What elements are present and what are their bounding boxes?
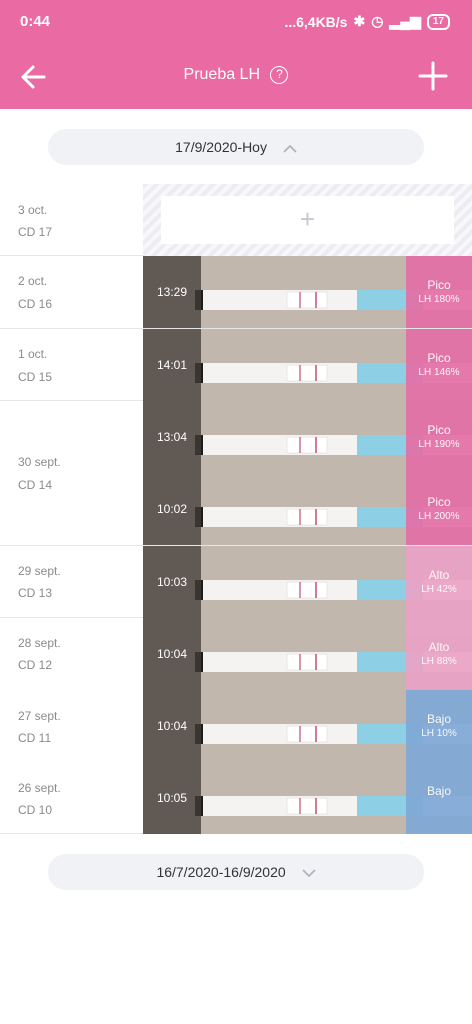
add-test-slot[interactable]: + bbox=[143, 184, 472, 256]
result-level: Pico bbox=[427, 495, 451, 509]
range-current-label: 17/9/2020-Hoy bbox=[175, 139, 267, 155]
status-indicators: ...6,4KB/s ✱ ◷ ▂▄▆ 17 bbox=[284, 13, 450, 30]
test-result-badge: Alto LH 42% bbox=[406, 546, 472, 618]
test-time: 10:03 bbox=[143, 546, 201, 618]
result-lh-value: LH 200% bbox=[418, 511, 460, 522]
result-lh-value: LH 190% bbox=[418, 439, 460, 450]
chevron-up-icon bbox=[283, 144, 297, 153]
day-cycle-day: CD 13 bbox=[18, 586, 53, 600]
result-lh-value: LH 180% bbox=[418, 294, 460, 305]
result-lh-value: LH 146% bbox=[418, 367, 460, 378]
test-result-badge: Alto LH 88% bbox=[406, 618, 472, 690]
lh-test-result[interactable]: 10:02 Pico LH 200% bbox=[143, 473, 472, 545]
lh-test-result[interactable]: 14:01 Pico LH 146% bbox=[143, 329, 472, 401]
lh-test-result[interactable]: 13:29 Pico LH 180% bbox=[143, 256, 472, 328]
lh-test-result[interactable]: 10:03 Alto LH 42% bbox=[143, 546, 472, 618]
test-result-badge: Pico LH 190% bbox=[406, 401, 472, 473]
test-time: 13:04 bbox=[143, 401, 201, 473]
result-level: Bajo bbox=[426, 784, 452, 798]
battery-icon: 17 bbox=[426, 13, 450, 30]
day-date: 1 oct. bbox=[18, 347, 48, 361]
day-cycle-day: CD 14 bbox=[18, 478, 53, 492]
day-date: 27 sept. bbox=[18, 709, 61, 723]
range-selector-previous[interactable]: 16/7/2020-16/9/2020 bbox=[48, 854, 424, 890]
range-selector-current[interactable]: 17/9/2020-Hoy bbox=[48, 129, 424, 165]
lh-test-result[interactable]: 10:05 Bajo bbox=[143, 762, 472, 834]
test-result-badge: Pico LH 146% bbox=[406, 329, 472, 401]
result-level: Bajo bbox=[426, 712, 452, 726]
lh-test-result[interactable]: 13:04 Pico LH 190% bbox=[143, 401, 472, 473]
result-level: Pico bbox=[427, 423, 451, 437]
result-lh-value: LH 10% bbox=[421, 728, 457, 739]
lh-test-result[interactable]: 10:04 Alto LH 88% bbox=[143, 618, 472, 690]
test-result-badge: Bajo bbox=[406, 762, 472, 834]
help-icon[interactable]: ? bbox=[270, 66, 289, 84]
test-time: 10:04 bbox=[143, 690, 201, 762]
result-level: Alto bbox=[428, 640, 450, 654]
test-time: 10:05 bbox=[143, 762, 201, 834]
status-time: 0:44 bbox=[20, 13, 51, 30]
day-date: 29 sept. bbox=[18, 564, 61, 578]
day-cycle-day: CD 10 bbox=[18, 803, 53, 817]
result-level: Pico bbox=[427, 278, 451, 292]
chevron-down-icon bbox=[301, 869, 316, 877]
test-result-badge: Bajo LH 10% bbox=[406, 690, 472, 762]
network-speed: ...6,4KB/s bbox=[284, 13, 348, 30]
bluetooth-icon: ✱ bbox=[353, 13, 366, 29]
result-level: Pico bbox=[427, 351, 451, 365]
lh-test-result[interactable]: 10:04 Bajo LH 10% bbox=[143, 690, 472, 762]
test-result-badge: Pico LH 180% bbox=[406, 256, 472, 328]
test-time: 14:01 bbox=[143, 329, 201, 401]
day-cycle-day: CD 17 bbox=[18, 225, 53, 239]
day-date: 26 sept. bbox=[18, 781, 61, 795]
test-time: 10:04 bbox=[143, 618, 201, 690]
alarm-icon: ◷ bbox=[371, 13, 384, 29]
range-previous-label: 16/7/2020-16/9/2020 bbox=[156, 864, 286, 880]
day-date: 2 oct. bbox=[18, 274, 48, 288]
plus-icon bbox=[418, 61, 448, 91]
page-title: Prueba LH ? bbox=[0, 66, 472, 84]
day-date: 28 sept. bbox=[18, 636, 61, 650]
day-cycle-day: CD 12 bbox=[18, 658, 53, 672]
day-cycle-day: CD 15 bbox=[18, 370, 53, 384]
add-test-plus[interactable]: + bbox=[161, 196, 454, 244]
result-lh-value: LH 88% bbox=[421, 656, 457, 667]
app-bar: Prueba LH ? bbox=[0, 46, 472, 109]
signal-icon: ▂▄▆ bbox=[389, 13, 421, 29]
test-time: 10:02 bbox=[143, 473, 201, 545]
day-date: 3 oct. bbox=[18, 203, 48, 217]
page-title-text: Prueba LH bbox=[183, 66, 261, 83]
result-level: Alto bbox=[428, 568, 450, 582]
day-cycle-day: CD 16 bbox=[18, 297, 53, 311]
status-bar: 0:44 ...6,4KB/s ✱ ◷ ▂▄▆ 17 bbox=[0, 0, 472, 46]
test-result-badge: Pico LH 200% bbox=[406, 473, 472, 545]
test-time: 13:29 bbox=[143, 256, 201, 328]
add-test-button[interactable] bbox=[416, 59, 450, 93]
day-date: 30 sept. bbox=[18, 455, 61, 469]
day-cycle-day: CD 11 bbox=[18, 731, 52, 745]
result-lh-value: LH 42% bbox=[421, 584, 457, 595]
